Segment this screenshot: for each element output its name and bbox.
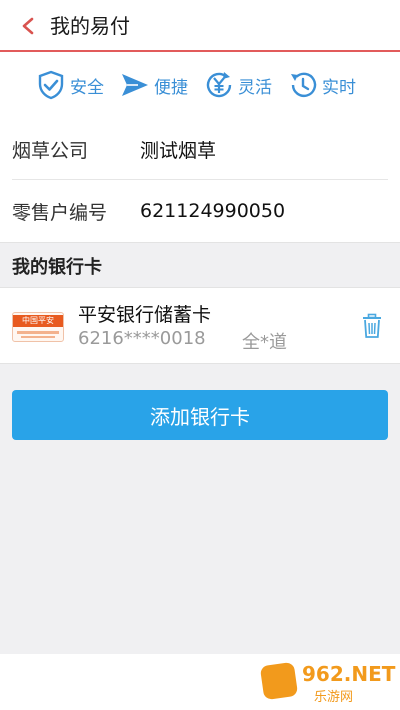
feature-flexible: 灵活	[204, 62, 272, 108]
feature-label: 安全	[70, 77, 104, 98]
trash-icon	[363, 313, 381, 338]
feature-safe: 安全	[36, 62, 104, 108]
retailer-label: 零售户编号	[12, 201, 108, 224]
feature-label: 实时	[322, 77, 356, 98]
bank-card-row[interactable]: 中国平安 平安银行储蓄卡 6216****0018 全*道	[0, 288, 400, 364]
bank-logo-stripe	[17, 331, 59, 334]
bank-section-header: 我的银行卡	[0, 242, 400, 288]
feature-label: 便捷	[154, 77, 188, 98]
add-bank-card-button[interactable]: 添加银行卡	[12, 390, 388, 440]
delete-card-button[interactable]	[358, 312, 386, 340]
chevron-left-icon	[22, 17, 34, 35]
watermark-sub: 乐游网	[314, 690, 354, 705]
retailer-value: 621124990050	[140, 200, 286, 222]
clock-history-icon	[291, 72, 317, 98]
company-value: 测试烟草	[140, 140, 217, 162]
retailer-row: 零售户编号 621124990050	[12, 181, 388, 241]
top-nav-bar: 我的易付	[0, 0, 400, 52]
watermark-logo-icon	[259, 661, 299, 701]
card-name: 平安银行储蓄卡	[78, 304, 212, 326]
watermark-brand: 962.NET	[302, 662, 396, 686]
company-label: 烟草公司	[12, 140, 89, 162]
feature-convenient: 便捷	[120, 62, 188, 108]
paper-plane-icon	[122, 74, 148, 96]
yen-cycle-icon	[206, 72, 232, 98]
feature-realtime: 实时	[288, 62, 356, 108]
card-holder: 全*道	[242, 332, 287, 353]
shield-check-icon	[38, 70, 64, 100]
bank-logo-stripe	[21, 336, 55, 338]
bank-logo-text: 中国平安	[13, 315, 63, 327]
back-button[interactable]	[14, 12, 42, 40]
page-title: 我的易付	[50, 14, 130, 38]
bank-logo: 中国平安	[12, 312, 64, 342]
company-row: 烟草公司 测试烟草	[12, 120, 388, 180]
card-number: 6216****0018	[78, 328, 206, 349]
feature-strip: 安全 便捷 灵活 实时	[0, 62, 400, 108]
site-watermark: 962.NET 乐游网	[259, 660, 396, 705]
section-title: 我的银行卡	[12, 257, 102, 278]
feature-label: 灵活	[238, 77, 272, 98]
